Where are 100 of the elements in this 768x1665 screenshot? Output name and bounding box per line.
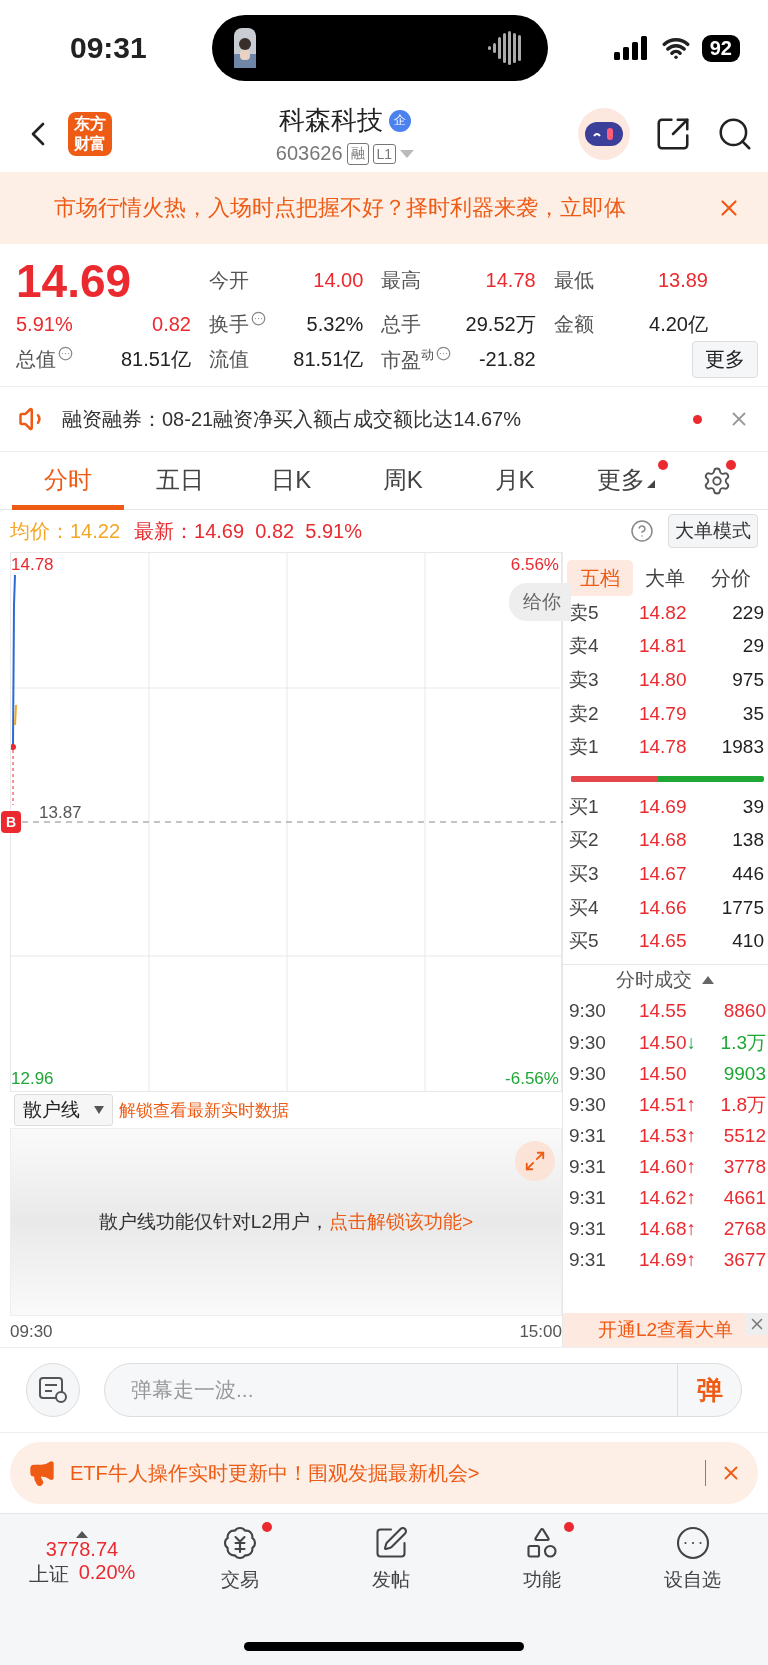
stat-value: 81.51亿: [293, 347, 364, 373]
level-label: 买3: [568, 861, 600, 886]
buy-marker: B: [1, 811, 21, 833]
index-change: 0.20%: [78, 1560, 136, 1585]
corner-triangle-icon: [647, 479, 656, 488]
chart-tab[interactable]: 日K: [235, 451, 347, 510]
stock-tag: 融: [346, 142, 369, 165]
trade-time: 9:31: [568, 1124, 607, 1147]
dropdown-icon: [400, 149, 415, 158]
stat-label: 最低: [553, 268, 594, 294]
chart-tab[interactable]: 更多: [570, 451, 683, 510]
nav-item[interactable]: 功能: [466, 1524, 617, 1594]
help-icon[interactable]: [630, 519, 654, 543]
last-price: 14.69: [16, 253, 133, 308]
up-triangle-icon: [76, 1530, 88, 1538]
trade-price: 14.69↑: [637, 1249, 696, 1272]
caret-icon: [94, 1106, 104, 1114]
order-book-tab[interactable]: 大单: [632, 560, 699, 596]
level-volume: 1983: [720, 736, 764, 759]
document-settings-icon: [38, 1376, 68, 1404]
level-label: 卖3: [568, 668, 600, 692]
chart-tab[interactable]: 五日: [123, 451, 236, 510]
notice-text: 融资融券：08-21融资净买入额占成交额比达14.67%: [62, 406, 522, 432]
more-button[interactable]: 更多: [692, 341, 758, 379]
trade-time: 9:31: [568, 1249, 607, 1272]
large-order-mode-button[interactable]: 大单模式: [668, 514, 758, 548]
level-volume: 410: [731, 930, 764, 953]
stat-label: 流值: [209, 347, 249, 373]
share-button[interactable]: [654, 115, 692, 153]
yen-badge-icon: [221, 1525, 258, 1561]
axis-label: 6.56%: [510, 555, 559, 575]
level-volume: 35: [741, 702, 764, 725]
nav-item[interactable]: 发帖: [315, 1524, 466, 1594]
robot-avatar-icon[interactable]: [578, 108, 630, 160]
indicator-select[interactable]: 散户线: [14, 1094, 113, 1126]
trade-price: 14.53↑: [637, 1124, 696, 1147]
stat-value: 14.78: [485, 269, 536, 293]
trade-volume: 2768: [722, 1218, 766, 1241]
level-volume: 975: [731, 669, 764, 691]
level-price: 14.79: [637, 702, 688, 725]
hint-chip[interactable]: 给你: [508, 583, 571, 621]
trade-time: 9:30: [568, 1062, 607, 1085]
trade-time: 9:30: [568, 1093, 607, 1116]
trade-volume: 1.3万: [719, 1030, 766, 1055]
expand-icon: [523, 1150, 546, 1172]
stat-value: 13.89: [657, 269, 708, 293]
level-label: 卖4: [568, 634, 600, 659]
trade-volume: 1.8万: [719, 1092, 766, 1117]
danmaku-settings-button[interactable]: [26, 1363, 80, 1417]
level-volume: 29: [741, 635, 764, 658]
level-price: 14.68: [637, 829, 688, 852]
battery-level: 92: [701, 34, 740, 62]
level-price: 14.81: [637, 635, 688, 658]
sort-icon: [702, 976, 715, 985]
stat-value: -21.82: [478, 348, 536, 372]
stock-tag: L1: [372, 143, 397, 164]
trade-price: 14.50↓: [637, 1031, 696, 1054]
level-label: 卖1: [568, 735, 600, 760]
stock-name: 科森科技: [279, 104, 383, 137]
level-volume: 229: [731, 601, 764, 624]
trade-volume: 4661: [722, 1187, 766, 1210]
nav-item[interactable]: 交易: [164, 1524, 315, 1594]
status-time: 09:31: [70, 31, 147, 65]
level-volume: 39: [741, 795, 764, 818]
axis-label: -6.56%: [505, 1069, 559, 1089]
level-price: 14.82: [637, 601, 688, 624]
time-label: 09:30: [10, 1322, 53, 1342]
index-name: 上证: [28, 1561, 69, 1587]
level-price: 14.80: [637, 669, 688, 691]
app-logo: 东方财富: [68, 112, 112, 156]
trade-volume: 3677: [722, 1249, 766, 1272]
axis-label: 14.78: [11, 555, 54, 575]
level-label: 买5: [568, 929, 600, 954]
time-label: 15:00: [519, 1322, 562, 1342]
change-percent: 5.91%: [16, 313, 73, 336]
stat-label: 今开: [209, 268, 249, 294]
level-label: 买4: [568, 895, 600, 920]
stat-value: 14.00: [313, 269, 364, 293]
level-price: 14.66: [637, 896, 688, 919]
info-icon: [436, 346, 452, 361]
stat-label: 总手: [381, 312, 422, 337]
info-icon: [58, 346, 73, 362]
change-amount: 0.82: [152, 313, 191, 336]
average-price: 均价：14.22: [10, 518, 121, 544]
nav-item[interactable]: 设自选: [617, 1524, 768, 1594]
trade-time: 9:31: [568, 1155, 607, 1178]
chart-tab[interactable]: 周K: [347, 451, 459, 510]
locked-message: 散户线功能仅针对L2用户，点击解锁该功能>: [98, 1210, 474, 1234]
level-volume: 138: [731, 829, 764, 852]
close-button[interactable]: [746, 1313, 768, 1335]
trade-volume: 5512: [722, 1124, 766, 1147]
notification-dot: [726, 459, 737, 470]
notification-dot: [658, 459, 669, 470]
expand-button[interactable]: [514, 1141, 555, 1181]
stat-label: 换手: [209, 312, 249, 337]
order-book-tab[interactable]: 分价: [698, 560, 764, 596]
stat-value: 29.52万: [465, 312, 536, 337]
chart-tab[interactable]: 月K: [458, 451, 571, 510]
trade-time: 9:30: [568, 1000, 607, 1023]
level-price: 14.69: [637, 795, 688, 818]
